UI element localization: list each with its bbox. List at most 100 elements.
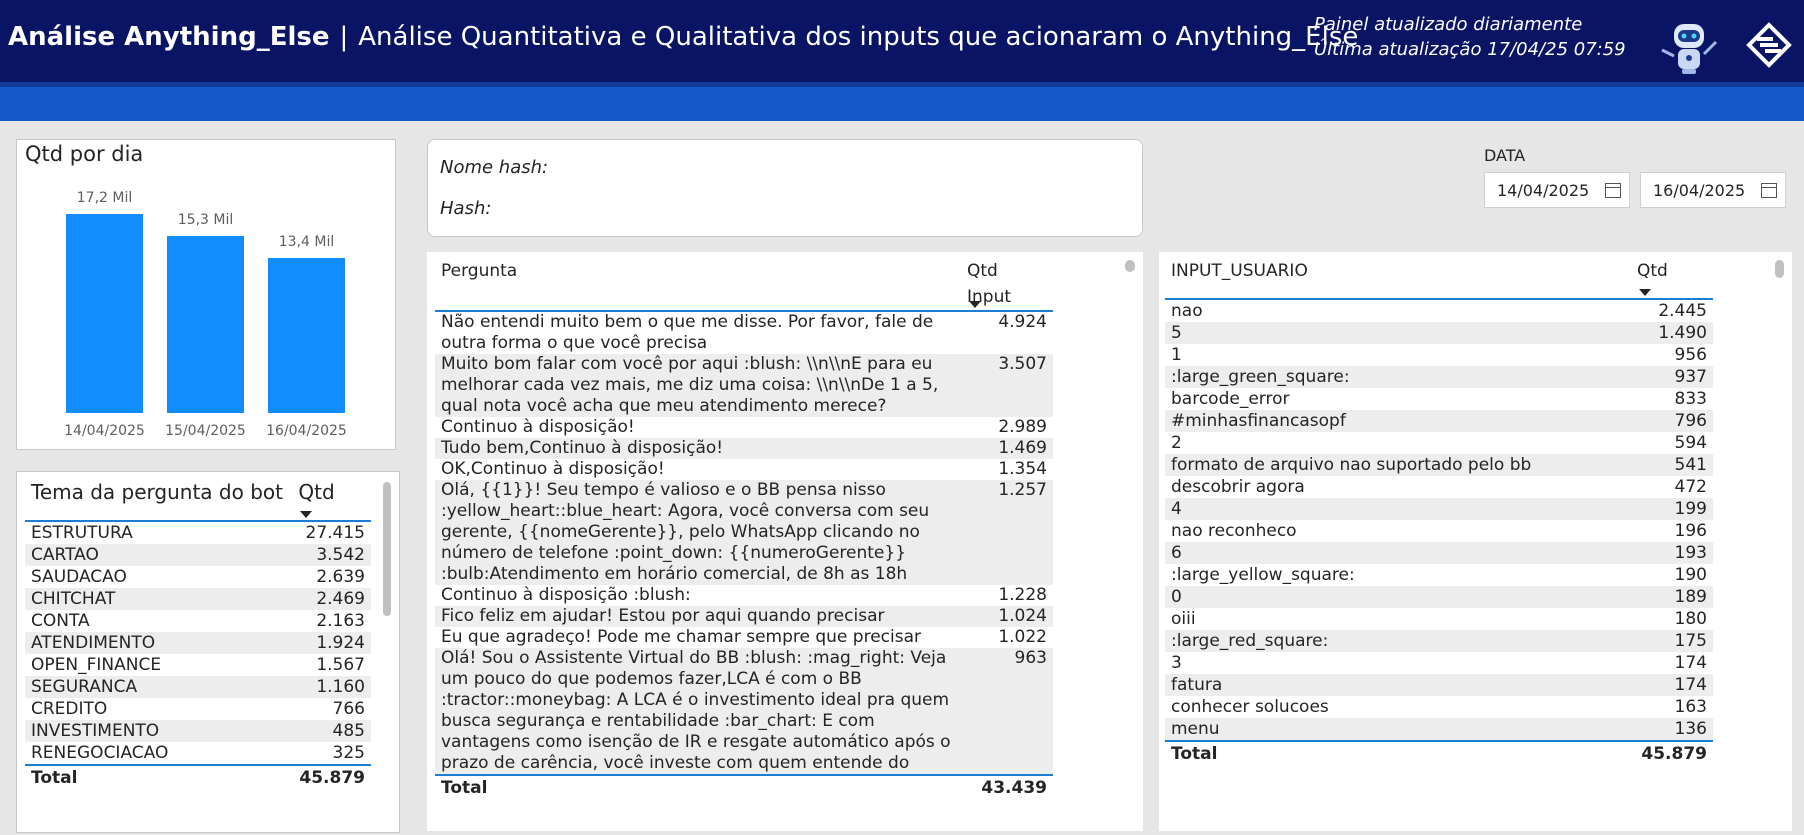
tema-row-label: CREDITO	[31, 699, 108, 719]
tema-row-value: 1.160	[292, 676, 371, 698]
pergunta-scrollbar[interactable]	[1125, 260, 1135, 272]
tema-row-value: 1.567	[316, 655, 365, 675]
tema-scrollbar[interactable]	[383, 482, 391, 616]
pergunta-row[interactable]: Continuo à disposição! 2.989	[435, 417, 1053, 438]
tema-row-label: SAUDACAO	[31, 567, 127, 587]
chart-x-tick-label: 15/04/2025	[165, 423, 246, 439]
input-row[interactable]: nao reconheco 196	[1165, 520, 1713, 542]
pergunta-row[interactable]: Olá, {{1}}! Seu tempo é valioso e o BB p…	[435, 480, 1053, 585]
input-row-label: 6	[1165, 542, 1631, 564]
input-qtd-col-header[interactable]: Qtd	[1631, 258, 1713, 300]
tema-row[interactable]: OPEN_FINANCE 1.567	[25, 654, 371, 676]
tema-row[interactable]: SEGURANCA 1.160	[25, 676, 371, 698]
input-row[interactable]: oiii 180	[1165, 608, 1713, 630]
input-row[interactable]: 6 193	[1165, 542, 1713, 564]
tema-row-value: 1.924	[292, 632, 371, 654]
input-row-value: 1.490	[1631, 322, 1713, 344]
tema-row[interactable]: CARTAO 3.542	[25, 544, 371, 566]
input-row[interactable]: 0 189	[1165, 586, 1713, 608]
tema-row[interactable]: INVESTIMENTO 485	[25, 720, 371, 742]
calendar-icon[interactable]	[1761, 183, 1777, 198]
input-row-label: fatura	[1165, 674, 1631, 696]
pergunta-row[interactable]: OK,Continuo à disposição! 1.354	[435, 459, 1053, 480]
input-row-value: 180	[1674, 609, 1707, 629]
input-row[interactable]: fatura 174	[1165, 674, 1713, 696]
chart-bar[interactable]	[167, 235, 244, 413]
tema-row[interactable]: ESTRUTURA 27.415	[25, 521, 371, 544]
input-row[interactable]: :large_red_square: 175	[1165, 630, 1713, 652]
pergunta-row[interactable]: Continuo à disposição :blush: 1.228	[435, 585, 1053, 606]
title-bold: Análise Anything_Else	[8, 22, 330, 52]
last-update-text: Última atualização 17/04/25 07:59	[1314, 39, 1626, 60]
input-row[interactable]: 3 174	[1165, 652, 1713, 674]
date-filter-label: DATA	[1484, 146, 1526, 165]
tema-row[interactable]: CREDITO 766	[25, 698, 371, 720]
calendar-icon[interactable]	[1605, 183, 1621, 198]
date-end-input[interactable]: 16/04/2025	[1640, 172, 1786, 208]
input-row-value: 175	[1631, 630, 1713, 652]
hash-card: Nome hash: Hash:	[427, 139, 1143, 237]
pergunta-row[interactable]: Eu que agradeço! Pode me chamar sempre q…	[435, 627, 1053, 648]
page-title: Análise Anything_Else | Análise Quantitati…	[8, 22, 1358, 52]
input-row[interactable]: 2 594	[1165, 432, 1713, 454]
tema-row[interactable]: CHITCHAT 2.469	[25, 588, 371, 610]
input-row-label: :large_yellow_square:	[1171, 565, 1355, 585]
tema-table-card: Tema da pergunta do bot Qtd ESTRUTURA 27.…	[16, 471, 400, 833]
input-row-label: 1	[1171, 345, 1182, 365]
tema-row-value: 2.163	[316, 611, 365, 631]
tema-row-value: 485	[292, 720, 371, 742]
tema-row-label: CHITCHAT	[25, 588, 293, 610]
tema-row-value: 325	[332, 743, 365, 763]
input-row-label: 0	[1165, 586, 1631, 608]
input-row-label: conhecer solucoes	[1171, 697, 1329, 717]
tema-qtd-col-header[interactable]: Qtd	[292, 480, 371, 522]
input-scrollbar[interactable]	[1775, 260, 1784, 278]
input-row[interactable]: #minhasfinancasopf 796	[1165, 410, 1713, 432]
hash-label: Hash:	[440, 198, 492, 219]
input-row[interactable]: 5 1.490	[1165, 322, 1713, 344]
bb-logo-icon	[1746, 22, 1792, 68]
pergunta-row-value: 1.228	[998, 585, 1047, 605]
input-row[interactable]: :large_yellow_square: 190	[1165, 564, 1713, 586]
pergunta-row[interactable]: Não entendi muito bem o que me disse. Po…	[435, 311, 1053, 354]
input-row[interactable]: barcode_error 833	[1165, 388, 1713, 410]
header-subbar	[0, 82, 1804, 121]
chart-bar[interactable]	[66, 214, 143, 413]
tema-row-value: 27.415	[305, 523, 365, 543]
pergunta-row[interactable]: Tudo bem,Continuo à disposição! 1.469	[435, 438, 1053, 459]
input-row[interactable]: menu 136	[1165, 718, 1713, 741]
input-row-value: 833	[1674, 389, 1707, 409]
input-usuario-col-header[interactable]: INPUT_USUARIO	[1165, 258, 1631, 300]
date-start-input[interactable]: 14/04/2025	[1484, 172, 1630, 208]
total-value: 45.879	[292, 764, 371, 790]
qtd-input-col-header[interactable]: Qtd Input	[961, 258, 1053, 312]
pergunta-row-label: Continuo à disposição!	[441, 417, 635, 437]
tema-row[interactable]: CONTA 2.163	[25, 610, 371, 632]
input-row-label: 3	[1171, 653, 1182, 673]
tema-row[interactable]: RENEGOCIACAO 325	[25, 742, 371, 765]
input-row[interactable]: 4 199	[1165, 498, 1713, 520]
input-row[interactable]: formato de arquivo nao suportado pelo bb…	[1165, 454, 1713, 476]
input-row[interactable]: :large_green_square: 937	[1165, 366, 1713, 388]
input-row-value: 472	[1674, 477, 1707, 497]
header-subbar-strip	[0, 82, 1804, 87]
pergunta-row-label: Tudo bem,Continuo à disposição!	[435, 438, 961, 459]
input-row[interactable]: nao 2.445	[1165, 299, 1713, 322]
input-row-value: 163	[1674, 697, 1707, 717]
tema-row[interactable]: SAUDACAO 2.639	[25, 566, 371, 588]
tema-row[interactable]: ATENDIMENTO 1.924	[25, 632, 371, 654]
tema-col-header[interactable]: Tema da pergunta do bot	[25, 480, 293, 522]
nome-hash-label: Nome hash:	[440, 157, 549, 178]
input-row[interactable]: conhecer solucoes 163	[1165, 696, 1713, 718]
pergunta-col-header[interactable]: Pergunta	[435, 258, 961, 312]
chart-data-label: 17,2 Mil	[77, 190, 132, 206]
input-row-value: 136	[1631, 718, 1713, 741]
input-row-label: :large_red_square:	[1165, 630, 1631, 652]
input-row[interactable]: 1 956	[1165, 344, 1713, 366]
chart-bar[interactable]	[268, 257, 345, 413]
pergunta-row[interactable]: Muito bom falar com você por aqui :blush…	[435, 354, 1053, 417]
pergunta-row[interactable]: Olá! Sou o Assistente Virtual do BB :blu…	[435, 648, 1053, 775]
input-row[interactable]: descobrir agora 472	[1165, 476, 1713, 498]
input-row-label: oiii	[1171, 609, 1196, 629]
pergunta-row[interactable]: Fico feliz em ajudar! Estou por aqui qua…	[435, 606, 1053, 627]
